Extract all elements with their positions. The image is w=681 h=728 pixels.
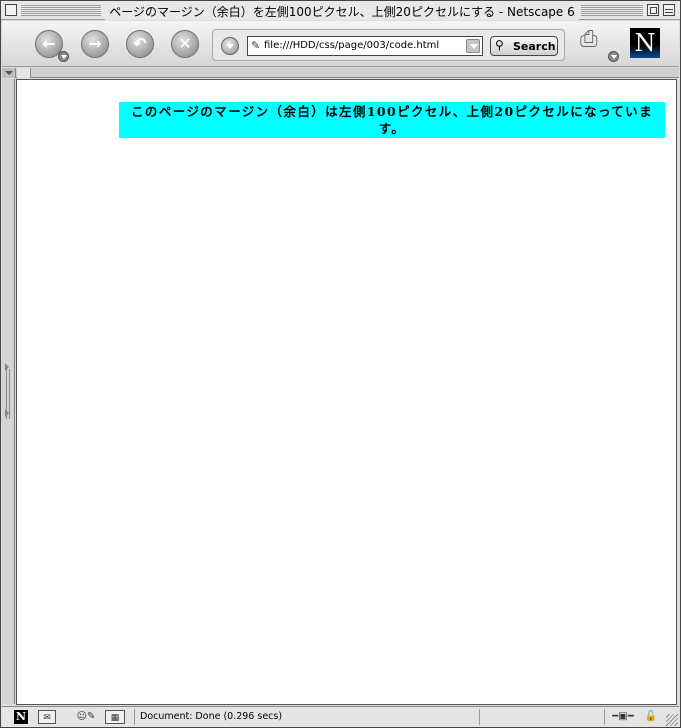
stop-button[interactable]: ✕ <box>171 30 199 58</box>
netscape-logo[interactable]: N <box>630 28 660 58</box>
print-icon[interactable]: ⎙ <box>580 27 610 55</box>
sidebar-splitter[interactable] <box>2 79 15 704</box>
page-content: このページのマージン（余白）は左側100ピクセル、上側20ピクセルになっています… <box>16 79 677 705</box>
forward-arrow-icon: → <box>88 34 102 53</box>
splitter-arrow-icon <box>5 409 9 417</box>
composer-icon[interactable]: ▦ <box>105 710 125 724</box>
forward-button[interactable]: → <box>81 30 109 58</box>
print-dropdown[interactable] <box>608 51 619 62</box>
toolbar-tab[interactable] <box>17 68 31 78</box>
title-bar[interactable]: ページのマージン（余白）を左側100ピクセル、上側20ピクセルにする - Net… <box>1 1 680 20</box>
security-lock-icon[interactable]: 🔓 <box>643 710 659 724</box>
reload-icon: ↶ <box>133 34 147 53</box>
close-box[interactable] <box>5 4 17 16</box>
back-arrow-icon: ← <box>42 34 56 53</box>
online-status-icon[interactable]: ━▣━ <box>611 710 635 724</box>
sidebar-tab-row <box>2 68 679 78</box>
stop-icon: ✕ <box>178 34 192 53</box>
page-proxy-icon[interactable]: ✎ <box>251 39 260 52</box>
title-stripes-right <box>581 5 643 16</box>
collapse-box[interactable] <box>663 4 675 16</box>
margin-banner: このページのマージン（余白）は左側100ピクセル、上側20ピクセルになっています… <box>119 102 665 138</box>
toolbar-collapse-grip[interactable] <box>2 68 16 78</box>
status-divider <box>134 709 135 725</box>
url-text[interactable]: file:///HDD/css/page/003/code.html <box>264 40 439 51</box>
resize-grip[interactable] <box>666 714 678 726</box>
browser-window: ページのマージン（余白）を左側100ピクセル、上側20ピクセルにする - Net… <box>0 0 681 728</box>
status-divider <box>479 709 480 725</box>
magnifier-icon: ⚲ <box>495 38 504 52</box>
url-dropdown-button[interactable] <box>466 39 480 53</box>
history-dropdown-button[interactable] <box>221 37 239 55</box>
title-stripes-left <box>21 5 101 16</box>
navigation-toolbar: ← → ↶ ✕ ✎ file:///HDD/css/page/003/code.… <box>2 21 679 67</box>
zoom-box[interactable] <box>647 4 659 16</box>
mail-icon[interactable]: ✉ <box>38 710 56 724</box>
navigator-icon[interactable]: N <box>14 710 28 724</box>
back-history-dropdown[interactable] <box>58 51 69 62</box>
status-text: Document: Done (0.296 secs) <box>140 711 283 722</box>
window-title: ページのマージン（余白）を左側100ピクセル、上側20ピクセルにする - Net… <box>105 3 579 20</box>
reload-button[interactable]: ↶ <box>126 30 154 58</box>
instant-messenger-icon[interactable]: ☺✎ <box>76 710 96 724</box>
search-button-label: Search <box>513 40 556 53</box>
url-input[interactable]: ✎ file:///HDD/css/page/003/code.html <box>247 36 483 56</box>
status-divider <box>604 709 605 725</box>
search-button[interactable]: ⚲ Search <box>490 36 558 56</box>
url-bar: ✎ file:///HDD/css/page/003/code.html ⚲ S… <box>212 29 565 61</box>
status-bar: N ✉ ☺✎ ▦ Document: Done (0.296 secs) ━▣━… <box>2 706 679 727</box>
